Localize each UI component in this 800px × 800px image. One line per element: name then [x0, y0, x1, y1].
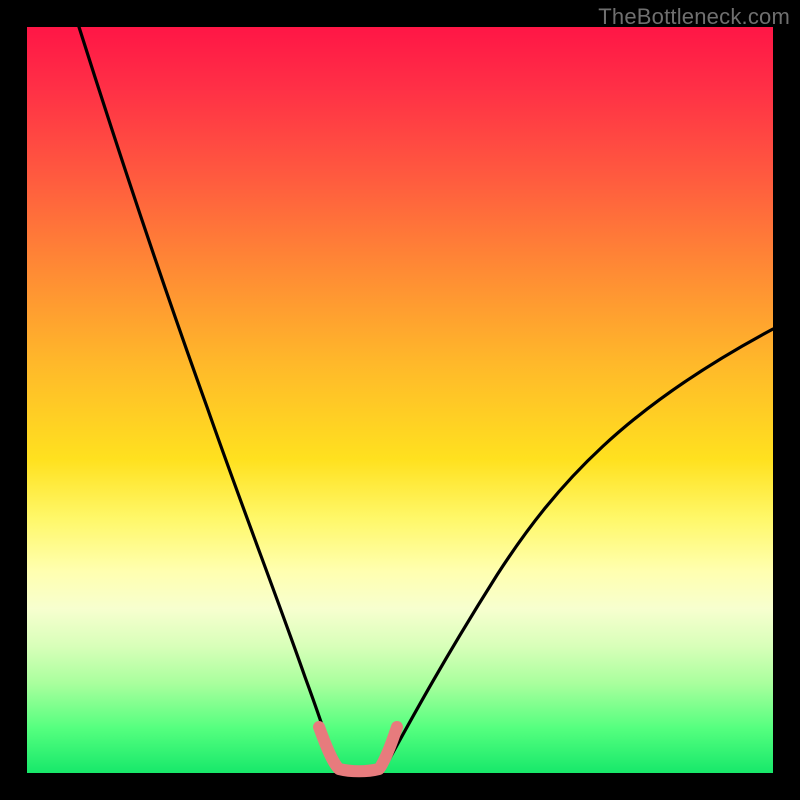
watermark-text: TheBottleneck.com [598, 4, 790, 30]
left-curve [79, 27, 335, 765]
valley-highlight [319, 727, 397, 771]
curve-layer [27, 27, 773, 773]
right-curve [385, 329, 773, 767]
chart-frame: TheBottleneck.com [0, 0, 800, 800]
